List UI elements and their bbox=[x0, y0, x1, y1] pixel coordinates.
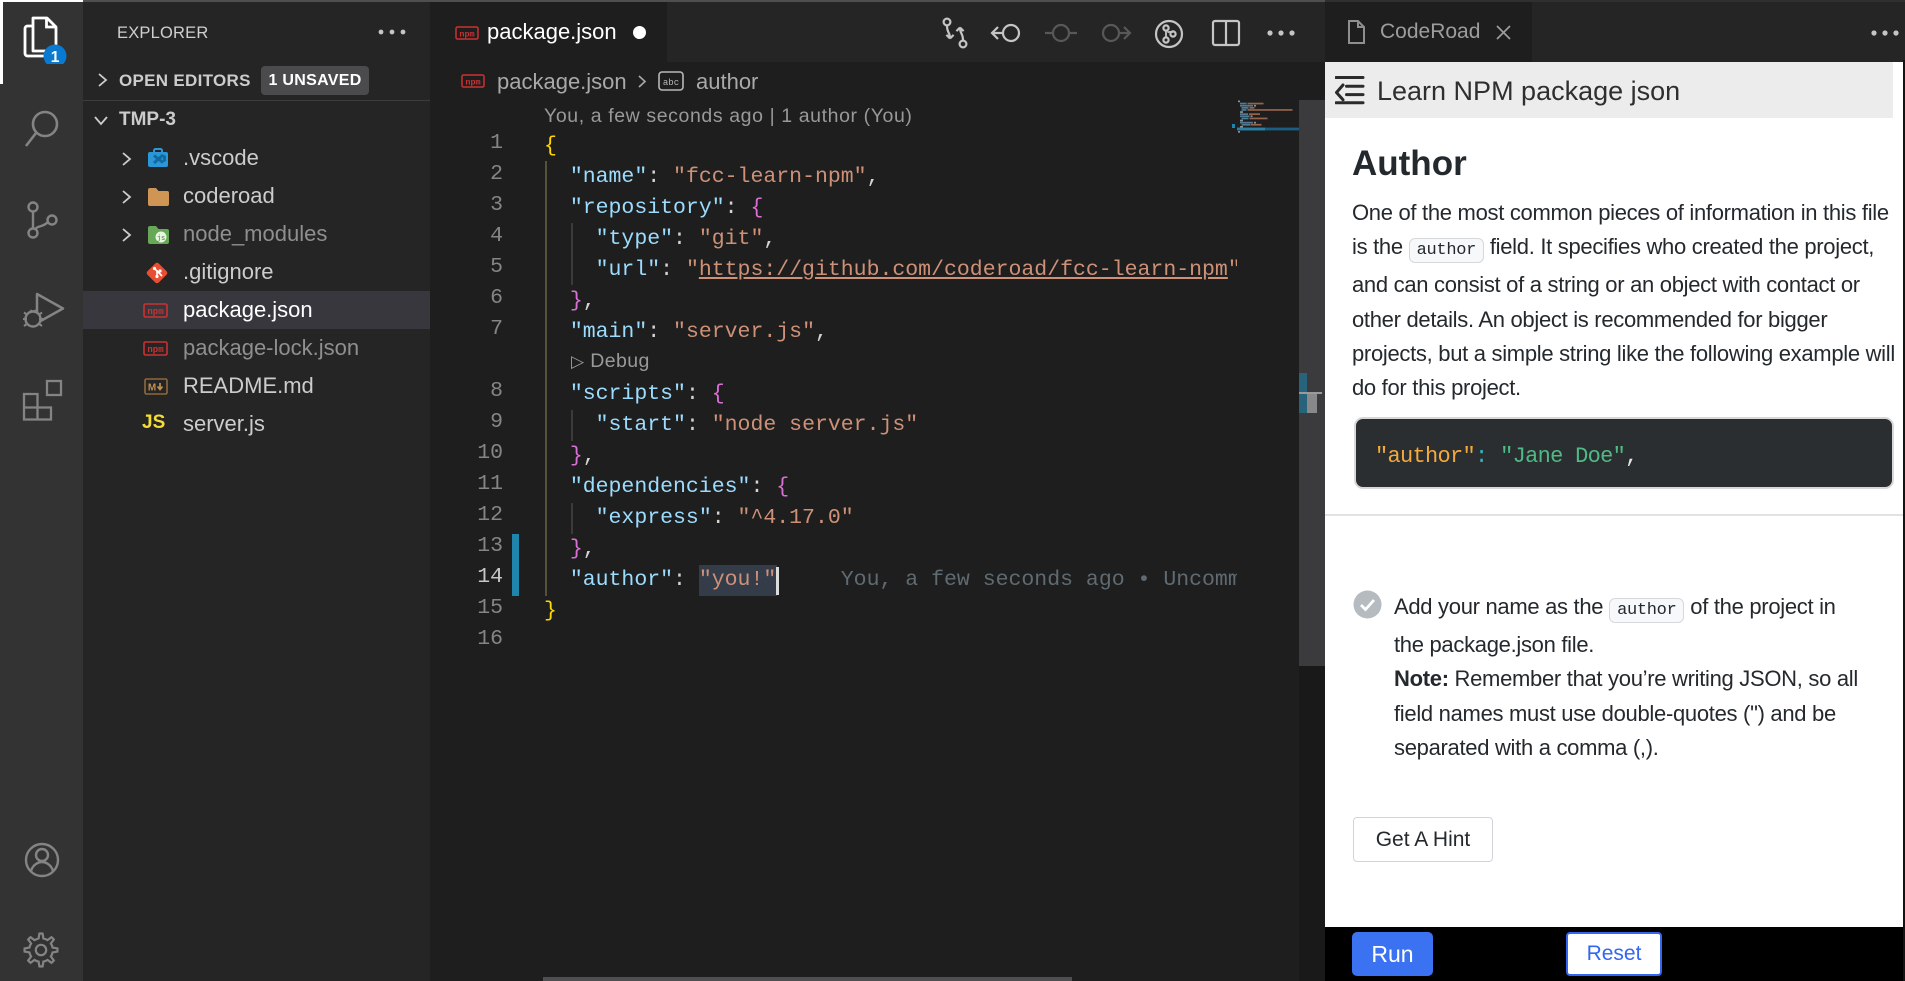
svg-text:npm: npm bbox=[459, 30, 474, 40]
svg-text:npm: npm bbox=[147, 307, 164, 317]
svg-text:npm: npm bbox=[147, 345, 164, 355]
svg-text:npm: npm bbox=[465, 78, 480, 88]
svg-text:M: M bbox=[148, 383, 156, 394]
svg-text:1: 1 bbox=[51, 49, 60, 64]
svg-text:js: js bbox=[157, 235, 165, 243]
